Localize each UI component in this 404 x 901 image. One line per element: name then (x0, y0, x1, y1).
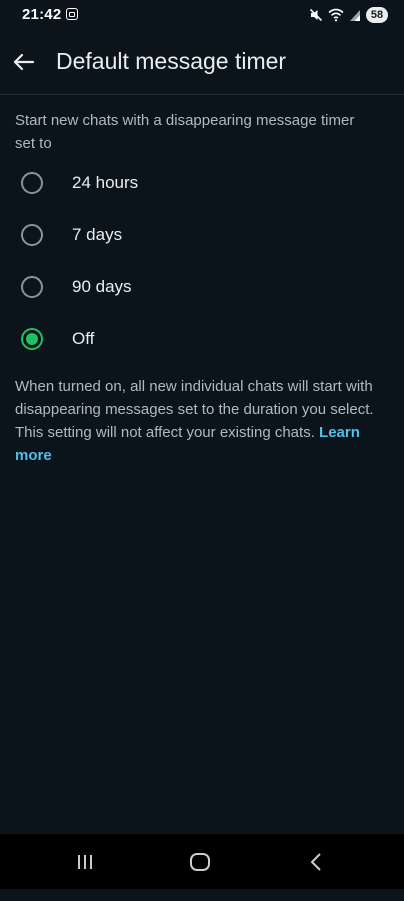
option-24-hours[interactable]: 24 hours (0, 158, 404, 210)
header-divider (0, 94, 404, 95)
nav-back-button[interactable] (300, 846, 332, 878)
back-button[interactable] (10, 48, 38, 76)
mute-icon (309, 8, 323, 22)
app-bar: Default message timer (0, 32, 404, 92)
screen-capture-icon (66, 8, 78, 20)
page-title: Default message timer (56, 48, 287, 74)
section-header: Start new chats with a disappearing mess… (15, 112, 355, 152)
navigation-bar (0, 834, 404, 889)
wifi-icon (328, 8, 344, 22)
home-button[interactable] (184, 846, 216, 878)
radio-button[interactable] (21, 276, 43, 298)
radio-button-selected[interactable] (21, 328, 43, 350)
arrow-left-icon (13, 53, 35, 71)
option-90-days[interactable]: 90 days (0, 262, 404, 314)
recents-button[interactable] (69, 846, 101, 878)
recents-icon (78, 855, 92, 869)
bottom-strip (0, 889, 404, 901)
status-bar: 21:42 58 (0, 0, 404, 32)
option-label: 90 days (72, 277, 132, 296)
signal-icon (350, 9, 360, 21)
radio-button[interactable] (21, 224, 43, 246)
option-7-days[interactable]: 7 days (0, 210, 404, 262)
description: When turned on, all new individual chats… (15, 375, 393, 467)
timer-options: 24 hours 7 days 90 days Off (0, 158, 404, 366)
option-off[interactable]: Off (0, 314, 404, 366)
status-time: 21:42 (22, 6, 62, 23)
radio-button[interactable] (21, 172, 43, 194)
option-label: 24 hours (72, 173, 139, 192)
battery-level: 58 (366, 7, 388, 23)
home-icon (190, 853, 210, 871)
option-label: 7 days (72, 225, 123, 244)
status-icons: 58 (309, 6, 388, 24)
option-label: Off (72, 329, 95, 348)
chevron-left-icon (311, 853, 321, 871)
